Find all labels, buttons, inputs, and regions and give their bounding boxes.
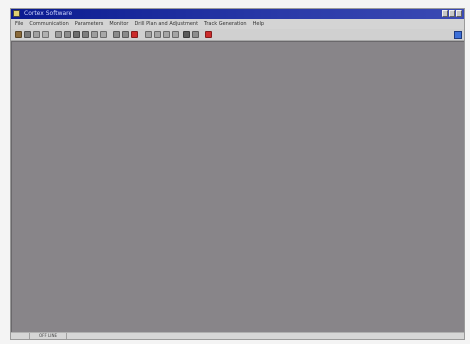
menu-file[interactable]: File [15,20,23,28]
save-icon[interactable] [24,31,31,38]
copy-icon[interactable] [55,31,62,38]
status-connection: OFF LINE [29,333,67,339]
maximize-button[interactable] [449,10,455,17]
close-button[interactable] [456,10,462,17]
alarm-icon[interactable] [205,31,212,38]
window-title: Cortex Software [24,10,73,17]
workspace-area[interactable] [11,41,464,333]
zoom-icon[interactable] [113,31,120,38]
print-icon[interactable] [33,31,40,38]
tool-icon[interactable] [82,31,89,38]
tool-icon[interactable] [73,31,80,38]
title-bar[interactable]: Cortex Software [11,9,464,19]
menu-communication[interactable]: Communication [29,20,68,28]
app-icon[interactable] [13,10,20,17]
paste-icon[interactable] [64,31,71,38]
window-controls [442,10,462,17]
menu-parameters[interactable]: Parameters [75,20,104,28]
tool-icon[interactable] [91,31,98,38]
cut-icon[interactable] [42,31,49,38]
stop-icon[interactable] [131,31,138,38]
menu-help[interactable]: Help [253,20,264,28]
application-window: Cortex Software File Communication Param… [10,8,465,340]
tool-icon[interactable] [100,31,107,38]
minimize-button[interactable] [442,10,448,17]
chart-icon[interactable] [192,31,199,38]
menu-drill-plan[interactable]: Drill Plan and Adjustment [134,20,198,28]
arrow-icon[interactable] [154,31,161,38]
arrow-icon[interactable] [172,31,179,38]
menu-track-generation[interactable]: Track Generation [204,20,247,28]
open-icon[interactable] [15,31,22,38]
arrow-icon[interactable] [163,31,170,38]
menu-monitor[interactable]: Monitor [109,20,128,28]
toolbar [11,29,464,41]
status-bar: OFF LINE [11,332,464,339]
zoom-icon[interactable] [122,31,129,38]
help-icon[interactable] [454,31,462,39]
menu-bar: File Communication Parameters Monitor Dr… [11,19,464,29]
record-icon[interactable] [183,31,190,38]
arrow-icon[interactable] [145,31,152,38]
